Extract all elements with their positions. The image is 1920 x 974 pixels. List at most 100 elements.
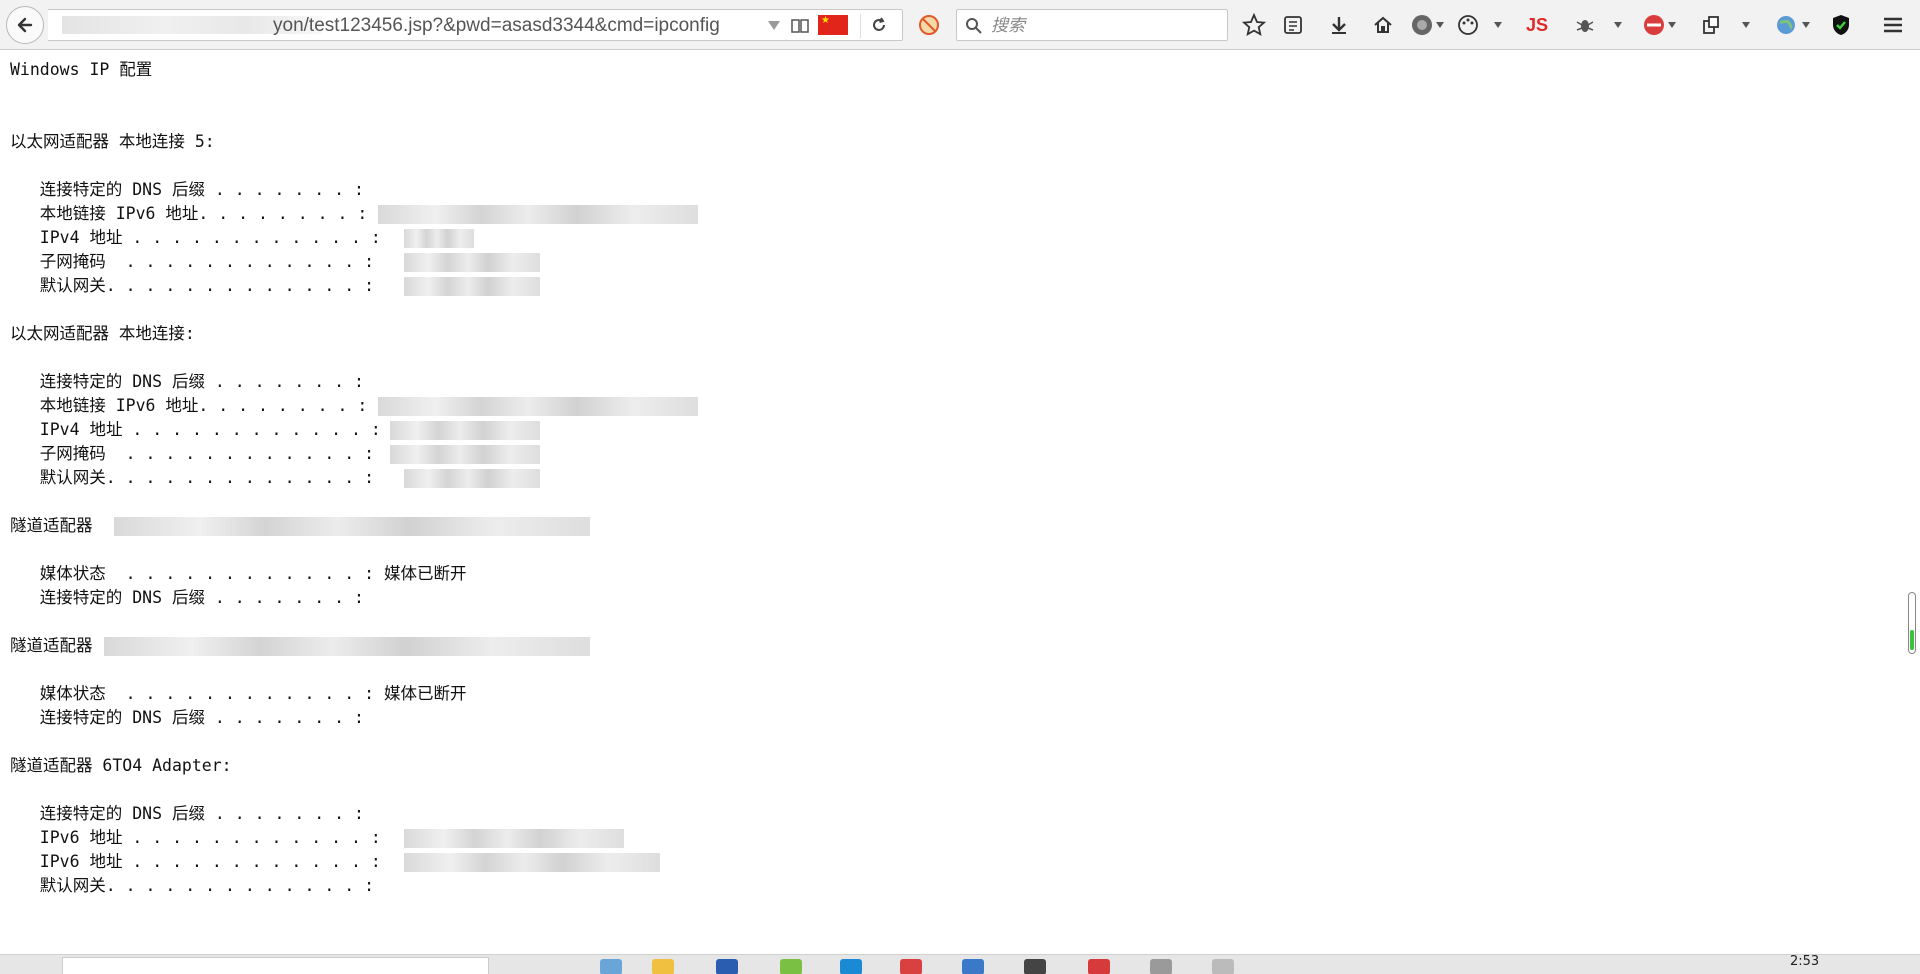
urlbar-divider: [860, 14, 861, 38]
output-group: IPv6 地址 . . . . . . . . . . . . :: [10, 850, 1890, 874]
redacted-value: [404, 229, 474, 248]
output-line: [10, 538, 1890, 562]
page-tools-icon[interactable]: [1700, 12, 1722, 38]
redacted-adapter-name: [114, 517, 590, 536]
addon-menu-caret-icon[interactable]: [1436, 12, 1444, 38]
redacted-value: [404, 469, 540, 488]
redacted-value: [378, 397, 698, 416]
page-tools-caret-icon[interactable]: [1742, 12, 1750, 38]
browser-toolbar: yon/test123456.jsp?&pwd=asasd3344&cmd=ip…: [0, 0, 1920, 50]
reload-icon[interactable]: [870, 16, 888, 34]
bug-caret-icon[interactable]: [1614, 12, 1622, 38]
scroll-indicator: [1910, 630, 1914, 650]
search-box[interactable]: [956, 9, 1228, 41]
bookmarks-list-icon[interactable]: [1282, 12, 1304, 38]
windows-taskbar: 2:53: [0, 954, 1920, 974]
javascript-toggle-icon[interactable]: JS: [1526, 12, 1548, 38]
output-line: 以太网适配器 本地连接:: [10, 324, 195, 343]
output-line: 默认网关. . . . . . . . . . . . . :: [10, 276, 375, 295]
search-input[interactable]: [989, 14, 1223, 38]
output-line: 默认网关. . . . . . . . . . . . . :: [10, 876, 375, 895]
output-group: 子网掩码 . . . . . . . . . . . . :: [10, 442, 1890, 466]
blocked-addon-icon[interactable]: [917, 12, 941, 38]
output-line: 连接特定的 DNS 后缀 . . . . . . . :: [10, 180, 364, 199]
reader-view-icon[interactable]: [790, 17, 810, 35]
search-icon: [966, 18, 982, 34]
palette-caret-icon[interactable]: [1494, 12, 1502, 38]
hamburger-menu-icon[interactable]: [1882, 12, 1904, 38]
theme-palette-icon[interactable]: [1456, 12, 1480, 38]
ipconfig-output: Windows IP 配置 以太网适配器 本地连接 5: 连接特定的 DNS 后…: [10, 58, 1890, 898]
taskbar-clock[interactable]: 2:53: [1790, 955, 1819, 969]
taskbar-app-icon[interactable]: [716, 959, 738, 974]
output-line: [10, 106, 1890, 130]
output-line: IPv6 地址 . . . . . . . . . . . . :: [10, 828, 381, 847]
scroll-thumb[interactable]: [1908, 592, 1916, 654]
taskbar-app-icon[interactable]: [1212, 959, 1234, 974]
output-line: 媒体状态 . . . . . . . . . . . . : 媒体已断开: [10, 564, 467, 583]
output-line: 子网掩码 . . . . . . . . . . . . :: [10, 252, 375, 271]
taskbar-app-icon[interactable]: [1024, 959, 1046, 974]
hackbar-caret-icon[interactable]: [1668, 12, 1676, 38]
output-line: 本地链接 IPv6 地址. . . . . . . . :: [10, 204, 368, 223]
bug-addon-icon[interactable]: [1574, 12, 1596, 38]
taskbar-firefox-icon[interactable]: [962, 959, 984, 974]
output-group: 隧道适配器: [10, 514, 1890, 538]
bookmark-star-icon[interactable]: [1242, 12, 1266, 38]
url-history-dropdown-icon[interactable]: [768, 21, 780, 30]
redacted-value: [404, 253, 540, 272]
taskbar-app-icon[interactable]: [1150, 959, 1172, 974]
output-group: 默认网关. . . . . . . . . . . . . :: [10, 466, 1890, 490]
back-arrow-icon: [17, 17, 33, 33]
output-line: 以太网适配器 本地连接 5:: [10, 132, 215, 151]
output-line: [10, 82, 1890, 106]
output-line: 连接特定的 DNS 后缀 . . . . . . . :: [10, 588, 364, 607]
translate-globe-icon[interactable]: [1774, 12, 1798, 38]
address-bar[interactable]: yon/test123456.jsp?&pwd=asasd3344&cmd=ip…: [48, 9, 903, 41]
output-line: IPv6 地址 . . . . . . . . . . . . :: [10, 852, 381, 871]
redacted-value: [404, 277, 540, 296]
output-line: 本地链接 IPv6 地址. . . . . . . . :: [10, 396, 368, 415]
taskbar-app-icon[interactable]: [600, 959, 622, 974]
output-group: 隧道适配器: [10, 634, 1890, 658]
taskbar-search-box[interactable]: [62, 957, 489, 974]
output-line: IPv4 地址 . . . . . . . . . . . . :: [10, 420, 381, 439]
output-line: [10, 730, 1890, 754]
output-group: IPv4 地址 . . . . . . . . . . . . :: [10, 418, 1890, 442]
output-line: 子网掩码 . . . . . . . . . . . . :: [10, 444, 375, 463]
output-line: Windows IP 配置: [10, 60, 153, 79]
download-icon[interactable]: [1328, 12, 1350, 38]
output-line: [10, 154, 1890, 178]
output-line: [10, 298, 1890, 322]
taskbar-app-icon[interactable]: [1088, 959, 1110, 974]
output-line: 连接特定的 DNS 后缀 . . . . . . . :: [10, 708, 364, 727]
output-group: IPv6 地址 . . . . . . . . . . . . :: [10, 826, 1890, 850]
output-line: [10, 658, 1890, 682]
taskbar-folder-icon[interactable]: [652, 959, 674, 974]
addon-globe-icon[interactable]: [1410, 12, 1434, 38]
taskbar-app-icon[interactable]: [900, 959, 922, 974]
shield-icon[interactable]: [1830, 12, 1852, 38]
output-line: [10, 610, 1890, 634]
page-scrollbar[interactable]: [1904, 50, 1920, 950]
output-line: IPv4 地址 . . . . . . . . . . . . :: [10, 228, 381, 247]
output-group: 本地链接 IPv6 地址. . . . . . . . :: [10, 202, 1890, 226]
output-line: 媒体状态 . . . . . . . . . . . . : 媒体已断开: [10, 684, 467, 703]
js-label: JS: [1526, 14, 1549, 35]
back-button[interactable]: [6, 6, 44, 44]
output-group: IPv4 地址 . . . . . . . . . . . . :: [10, 226, 1890, 250]
translate-caret-icon[interactable]: [1802, 12, 1810, 38]
taskbar-app-icon[interactable]: [780, 959, 802, 974]
hackbar-addon-icon[interactable]: [1642, 12, 1666, 38]
url-text[interactable]: yon/test123456.jsp?&pwd=asasd3344&cmd=ip…: [273, 15, 720, 37]
output-line: [10, 778, 1890, 802]
taskbar-app-icon[interactable]: [840, 959, 862, 974]
output-group: 默认网关. . . . . . . . . . . . . :: [10, 274, 1890, 298]
redacted-value: [404, 829, 624, 848]
output-line: 连接特定的 DNS 后缀 . . . . . . . :: [10, 804, 364, 823]
output-group: 子网掩码 . . . . . . . . . . . . :: [10, 250, 1890, 274]
home-icon[interactable]: [1372, 12, 1394, 38]
china-flag-icon[interactable]: ★: [818, 15, 848, 35]
redacted-value: [390, 421, 540, 440]
output-line: [10, 490, 1890, 514]
